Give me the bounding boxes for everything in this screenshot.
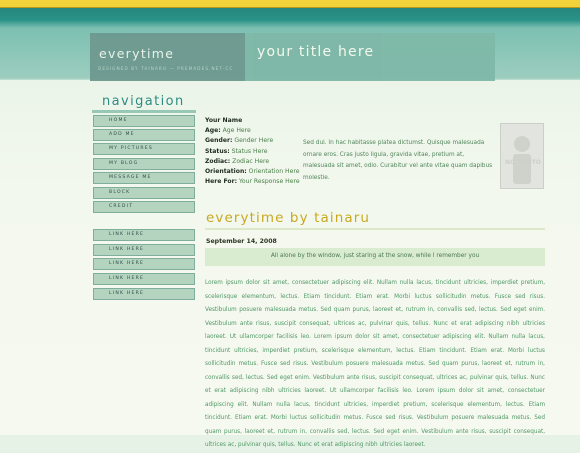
nav-link-1[interactable]: LINK HERE (93, 229, 195, 241)
blog-title: everytime by tainaru (206, 210, 371, 226)
post-date: September 14, 2008 (206, 238, 277, 245)
status-value: Status Here (231, 147, 268, 155)
here-for-label: Here For: (205, 178, 238, 186)
status-label: Status: (205, 147, 230, 155)
profile-photo-placeholder: NO PHOTO (500, 123, 544, 189)
gender-value: Gender Here (234, 137, 274, 145)
nav-item-add-me[interactable]: ADD ME (93, 129, 195, 141)
brand-box: everytime DESIGNED BY TAINARU — PREMADES… (90, 33, 245, 81)
nav-link-3[interactable]: LINK HERE (93, 258, 195, 270)
top-accent-bar (0, 0, 580, 8)
nav-link-2[interactable]: LINK HERE (93, 244, 195, 256)
nav-item-credit[interactable]: CREDIT (93, 201, 195, 213)
zodiac-value: Zodiac Here (232, 157, 270, 165)
header-banner: everytime DESIGNED BY TAINARU — PREMADES… (0, 8, 580, 81)
age-label: Age: (205, 127, 221, 135)
blog-divider (205, 228, 545, 230)
quote-text: All alone by the window, just staring at… (270, 253, 480, 259)
page-title: your title here (257, 44, 375, 60)
orientation-value: Orientation Here (248, 168, 300, 176)
nav-link-4[interactable]: LINK HERE (93, 273, 195, 285)
nav-item-my-blog[interactable]: MY BLOG (93, 158, 195, 170)
profile-blurb: Sed dui. In hac habitasse platea dictums… (303, 140, 493, 181)
zodiac-label: Zodiac: (205, 157, 231, 165)
nav-item-home[interactable]: HOME (93, 115, 195, 127)
nav-item-my-pictures[interactable]: MY PICTURES (93, 143, 195, 155)
nav-item-block[interactable]: BLOCK (93, 187, 195, 199)
profile-name: Your Name (205, 117, 243, 124)
nav-link-5[interactable]: LINK HERE (93, 288, 195, 300)
quote-box: All alone by the window, just staring at… (205, 248, 545, 266)
navigation-divider (92, 110, 196, 113)
title-box: your title here (245, 33, 495, 81)
orientation-label: Orientation: (205, 168, 247, 176)
age-value: Age Here (222, 127, 251, 135)
here-for-value: Your Response Here (238, 178, 300, 186)
brand-title: everytime (99, 46, 175, 61)
no-photo-label: NO PHOTO (505, 159, 541, 166)
blog-body: Lorem ipsum dolor sit amet, consectetuer… (205, 280, 545, 448)
navigation-heading: navigation (102, 94, 185, 109)
gender-label: Gender: (205, 137, 233, 145)
brand-subtitle: DESIGNED BY TAINARU — PREMADES.NET-CC (98, 66, 234, 71)
profile-details: Your Name Age: Age Here Gender: Gender H… (205, 116, 300, 187)
nav-item-message-me[interactable]: MESSAGE ME (93, 172, 195, 184)
person-silhouette-icon (513, 136, 531, 184)
